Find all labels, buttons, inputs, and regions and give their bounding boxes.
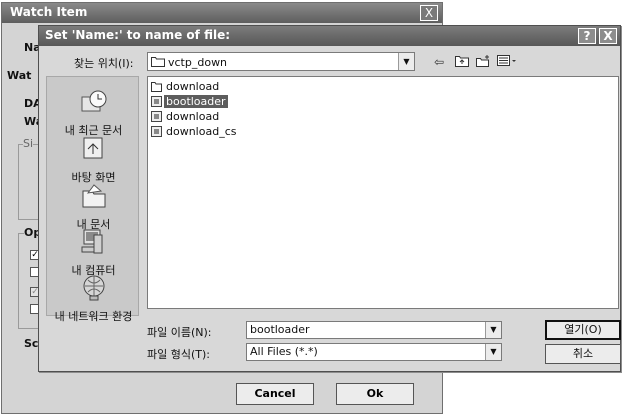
watch-item-title: Watch Item <box>10 5 88 19</box>
file-list[interactable]: download bootloader download download_cs <box>147 76 619 309</box>
watch-item-close-button[interactable]: X <box>420 5 438 21</box>
bg-label-watch: Wat <box>7 69 32 82</box>
dialog-titlebar: Set 'Name:' to name of file: ? X <box>39 26 620 46</box>
open-button[interactable]: 열기(O) <box>545 320 621 340</box>
file-name: download <box>166 110 220 123</box>
file-chooser-dialog: Set 'Name:' to name of file: ? X 찾는 위치(I… <box>38 25 621 372</box>
places-bar: 내 최근 문서 바탕 화면 내 문서 내 컴퓨터 내 네트워크 환경 <box>46 76 140 323</box>
lookin-label: 찾는 위치(I): <box>74 57 134 70</box>
dialog-title: Set 'Name:' to name of file: <box>45 28 231 42</box>
filetype-label: 파일 형식(T): <box>147 348 210 361</box>
places-desktop[interactable]: 바탕 화면 <box>47 134 140 185</box>
close-button[interactable]: X <box>599 28 617 44</box>
filename-input[interactable]: bootloader ▼ <box>246 321 502 339</box>
file-icon <box>151 111 162 122</box>
chevron-down-icon[interactable]: ▼ <box>398 53 414 70</box>
my-documents-icon <box>82 184 105 208</box>
view-menu-icon[interactable] <box>497 55 517 67</box>
places-network[interactable]: 내 네트워크 환경 <box>47 273 140 324</box>
file-name: bootloader <box>164 95 228 108</box>
my-computer-icon <box>81 229 102 254</box>
new-folder-icon[interactable] <box>476 55 490 67</box>
cancel-button[interactable]: Cancel <box>236 383 314 405</box>
chevron-down-icon[interactable]: ▼ <box>485 322 501 338</box>
bg-label-scope: Sc <box>24 337 39 350</box>
file-icon <box>151 96 162 107</box>
desktop-icon <box>83 137 102 159</box>
up-folder-icon[interactable] <box>455 55 469 67</box>
lookin-dropdown[interactable]: vctp_down ▼ <box>147 52 415 71</box>
filename-label: 파일 이름(N): <box>147 326 212 339</box>
ok-button[interactable]: Ok <box>336 383 414 405</box>
lookin-value: vctp_down <box>168 56 228 69</box>
folder-icon <box>151 57 165 67</box>
places-recent-documents[interactable]: 내 최근 문서 <box>47 87 140 138</box>
places-my-computer[interactable]: 내 컴퓨터 <box>47 227 140 278</box>
back-arrow-icon[interactable]: ⇦ <box>434 55 444 69</box>
filename-value: bootloader <box>250 323 310 336</box>
help-button[interactable]: ? <box>578 28 596 44</box>
folder-icon <box>151 82 162 92</box>
cancel-button[interactable]: 취소 <box>545 344 621 364</box>
places-label: 내 네트워크 환경 <box>54 310 133 323</box>
filetype-select[interactable]: All Files (*.*) ▼ <box>246 343 502 361</box>
recent-documents-icon <box>81 90 106 112</box>
chevron-down-icon[interactable]: ▼ <box>485 344 501 360</box>
watch-item-titlebar: Watch Item X <box>2 3 442 23</box>
bg-label-size: Si <box>23 137 34 150</box>
places-my-documents[interactable]: 내 문서 <box>47 181 140 232</box>
file-name: download <box>166 80 220 93</box>
file-name: download_cs <box>166 125 237 138</box>
filetype-value: All Files (*.*) <box>250 345 318 358</box>
screen: Watch Item X Na Wat DA Wa Si Op ✓ ✓ Sc C… <box>0 0 625 414</box>
file-icon <box>151 126 162 137</box>
network-icon <box>83 275 104 301</box>
